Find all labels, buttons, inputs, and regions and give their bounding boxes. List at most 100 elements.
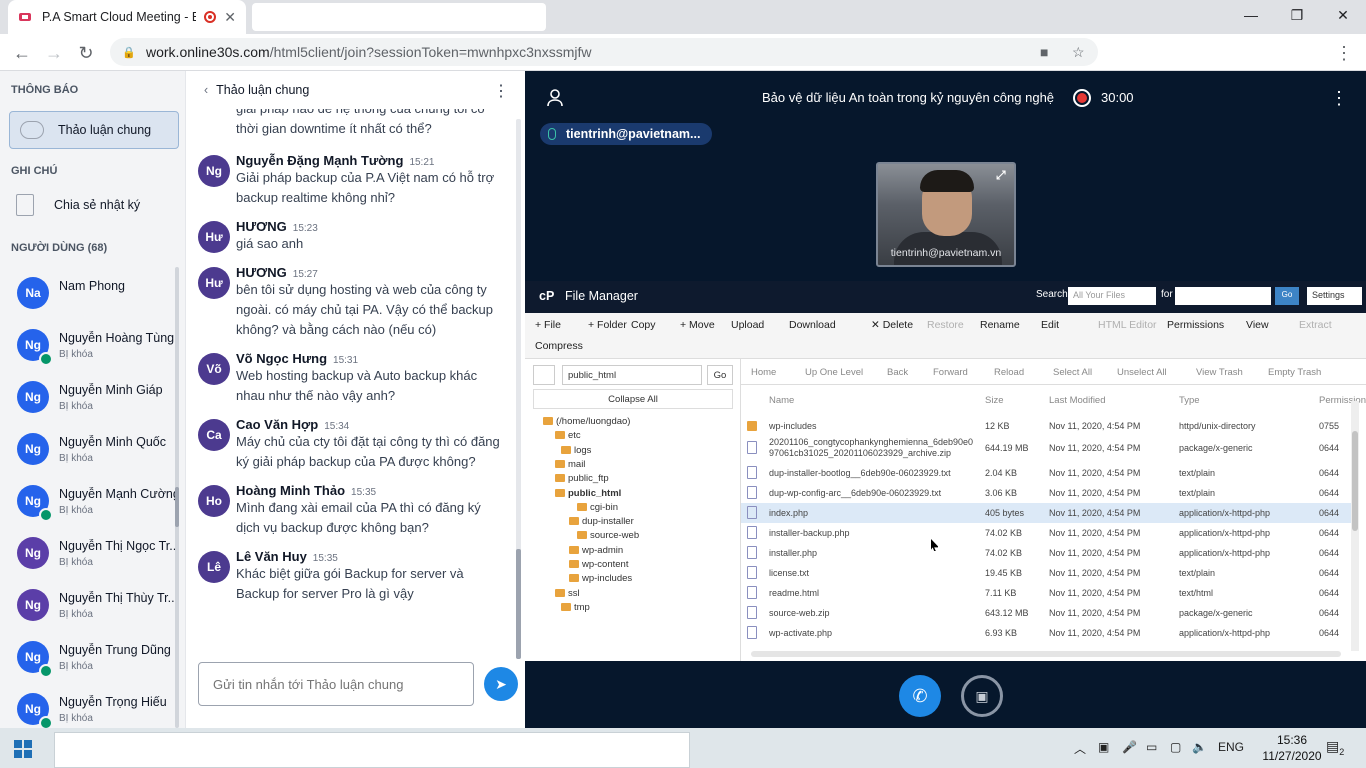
fm-nav-button[interactable]: Select All: [1053, 367, 1092, 378]
user-list-item[interactable]: Ng Nguyễn Minh Giáp BỊ khóa: [0, 371, 180, 423]
fm-tree-node[interactable]: wp-admin: [569, 545, 623, 556]
user-list-item[interactable]: Ng Nguyễn Trung Dũng BỊ khóa: [0, 631, 180, 683]
fm-tool-button[interactable]: + Move: [680, 319, 715, 331]
public-chat-item[interactable]: Thảo luận chung: [9, 111, 179, 149]
fm-tree-node[interactable]: ssl: [555, 588, 580, 599]
browser-tab-blank[interactable]: [252, 3, 546, 31]
fm-tree-node[interactable]: (/home/luongdao): [543, 416, 630, 427]
user-list-item[interactable]: Ng Nguyễn Trọng Hiếu BỊ khóa: [0, 683, 180, 728]
minimize-icon[interactable]: —: [1228, 0, 1274, 30]
chat-options-icon[interactable]: ⋮: [493, 81, 509, 101]
shared-notes-item[interactable]: Chia sẻ nhật ký: [14, 194, 140, 216]
tab-close-icon[interactable]: ✕: [224, 9, 236, 26]
fm-nav-button[interactable]: Home: [751, 367, 776, 378]
tray-app-icon[interactable]: ▣: [1098, 740, 1109, 754]
user-list-item[interactable]: Ng Nguyễn Thị Ngọc Tr... BỊ khóa: [0, 527, 180, 579]
taskbar-clock[interactable]: 15:36 11/27/2020: [1262, 732, 1322, 764]
fm-column-header[interactable]: Size: [985, 395, 1003, 406]
fm-tool-button[interactable]: + File: [535, 319, 561, 331]
fm-tool-button[interactable]: ✕ Delete: [871, 319, 913, 331]
fm-path-input[interactable]: public_html: [562, 365, 702, 385]
fm-tool-button[interactable]: Rename: [980, 319, 1020, 331]
fm-file-row[interactable]: wp-includes 12 KB Nov 11, 2020, 4:54 PM htt…: [741, 416, 1353, 436]
user-list-item[interactable]: Ng Nguyễn Minh Quốc BỊ khóa: [0, 423, 180, 475]
notification-center-icon[interactable]: ▤2: [1326, 738, 1344, 757]
fm-hscrollbar[interactable]: [751, 651, 1341, 657]
fm-tree-node[interactable]: logs: [561, 445, 591, 456]
reload-icon[interactable]: ↻: [72, 39, 100, 67]
user-list-scrollbar[interactable]: [175, 267, 179, 728]
forward-icon[interactable]: →: [40, 39, 68, 67]
fm-tool-button[interactable]: HTML Editor: [1098, 319, 1157, 331]
fm-tree-node[interactable]: public_ftp: [555, 473, 609, 484]
fm-nav-button[interactable]: Reload: [994, 367, 1024, 378]
fm-tool-button[interactable]: Upload: [731, 319, 764, 331]
language-indicator[interactable]: ENG: [1218, 740, 1244, 754]
fm-nav-button[interactable]: View Trash: [1196, 367, 1243, 378]
fm-file-row[interactable]: installer.php 74.02 KB Nov 11, 2020, 4:54 …: [741, 543, 1353, 563]
fm-column-header[interactable]: Name: [769, 395, 794, 406]
close-window-icon[interactable]: ✕: [1320, 0, 1366, 30]
fm-tool-button[interactable]: + Folder: [588, 319, 627, 331]
windows-start-icon[interactable]: [14, 740, 32, 758]
fm-collapse-all[interactable]: Collapse All: [533, 389, 733, 409]
fm-tree-node[interactable]: source-web: [577, 530, 639, 541]
chat-header[interactable]: ‹ Thảo luận chung ⋮: [186, 71, 525, 109]
browser-tab-active[interactable]: P.A Smart Cloud Meeting - B ✕: [8, 0, 246, 34]
fm-tool-button[interactable]: Compress: [535, 340, 583, 352]
taskbar-search[interactable]: [54, 732, 690, 768]
audio-button[interactable]: ✆: [899, 675, 941, 717]
fm-tool-button[interactable]: Extract: [1299, 319, 1332, 331]
bookmark-star-icon[interactable]: ☆: [1072, 44, 1085, 61]
fm-file-row[interactable]: dup-wp-config-arc__6deb90e-06023929.txt 3…: [741, 483, 1353, 503]
fm-tree-node[interactable]: cgi-bin: [577, 502, 618, 513]
user-list-item[interactable]: Na Nam Phong: [0, 267, 180, 319]
fm-nav-button[interactable]: Back: [887, 367, 908, 378]
user-list-item[interactable]: Ng Nguyễn Thị Thùy Tr... BỊ khóa: [0, 579, 180, 631]
fm-tool-button[interactable]: Edit: [1041, 319, 1059, 331]
fm-tool-button[interactable]: Copy: [631, 319, 656, 331]
fm-tool-button[interactable]: Restore: [927, 319, 964, 331]
fm-file-row[interactable]: 20201106_congtycophankynghemienna_6deb90…: [741, 437, 1353, 458]
fm-tree-node[interactable]: dup-installer: [569, 516, 634, 527]
user-icon[interactable]: [547, 89, 563, 107]
fm-path-go[interactable]: Go: [707, 365, 733, 385]
fm-file-row[interactable]: wp-activate.php 6.93 KB Nov 11, 2020, 4:54…: [741, 623, 1353, 643]
fm-settings[interactable]: Settings: [1307, 287, 1362, 305]
fm-search-scope[interactable]: All Your Files: [1068, 287, 1156, 305]
fm-search-go[interactable]: Go: [1275, 287, 1299, 305]
fm-file-row[interactable]: dup-installer-bootlog__6deb90e-06023929.…: [741, 463, 1353, 483]
fm-nav-button[interactable]: Unselect All: [1117, 367, 1167, 378]
fm-file-row[interactable]: index.php 405 bytes Nov 11, 2020, 4:54 PM a…: [741, 503, 1353, 523]
fm-file-row[interactable]: readme.html 7.11 KB Nov 11, 2020, 4:54 PM t…: [741, 583, 1353, 603]
microphone-tray-icon[interactable]: 🎤: [1122, 740, 1137, 754]
back-icon[interactable]: ←: [8, 39, 36, 67]
recording-icon[interactable]: [1073, 89, 1091, 107]
fm-tool-button[interactable]: Permissions: [1167, 319, 1224, 331]
video-toggle-button[interactable]: ▣: [961, 675, 1003, 717]
fm-file-row[interactable]: installer-backup.php 74.02 KB Nov 11, 2020…: [741, 523, 1353, 543]
meeting-options-icon[interactable]: ⋮: [1330, 88, 1348, 109]
chat-scrollbar[interactable]: [516, 119, 521, 659]
fm-scrollbar[interactable]: [1351, 401, 1359, 651]
fm-home-icon[interactable]: [533, 365, 555, 385]
chevron-left-icon[interactable]: ‹: [204, 83, 208, 97]
message-input[interactable]: [198, 662, 474, 706]
address-bar[interactable]: 🔒 work.online30s.com/html5client/join?se…: [110, 38, 1098, 66]
tray-expand-icon[interactable]: ︿: [1074, 740, 1086, 757]
volume-icon[interactable]: 🔈: [1192, 740, 1207, 754]
fm-column-header[interactable]: Type: [1179, 395, 1200, 406]
fm-tree-node[interactable]: wp-content: [569, 559, 628, 570]
camera-permission-icon[interactable]: ■: [1040, 44, 1048, 60]
fm-nav-button[interactable]: Empty Trash: [1268, 367, 1321, 378]
fm-nav-button[interactable]: Forward: [933, 367, 968, 378]
battery-icon[interactable]: ▭: [1146, 740, 1157, 754]
fm-tool-button[interactable]: View: [1246, 319, 1269, 331]
fm-tree-node[interactable]: etc: [555, 430, 581, 441]
browser-menu-icon[interactable]: ⋮: [1330, 39, 1358, 67]
fm-tree-node[interactable]: tmp: [561, 602, 590, 613]
fm-nav-button[interactable]: Up One Level: [805, 367, 863, 378]
fm-tool-button[interactable]: Download: [789, 319, 836, 331]
send-button[interactable]: ➤: [484, 667, 518, 701]
fm-search-input[interactable]: [1175, 287, 1271, 305]
